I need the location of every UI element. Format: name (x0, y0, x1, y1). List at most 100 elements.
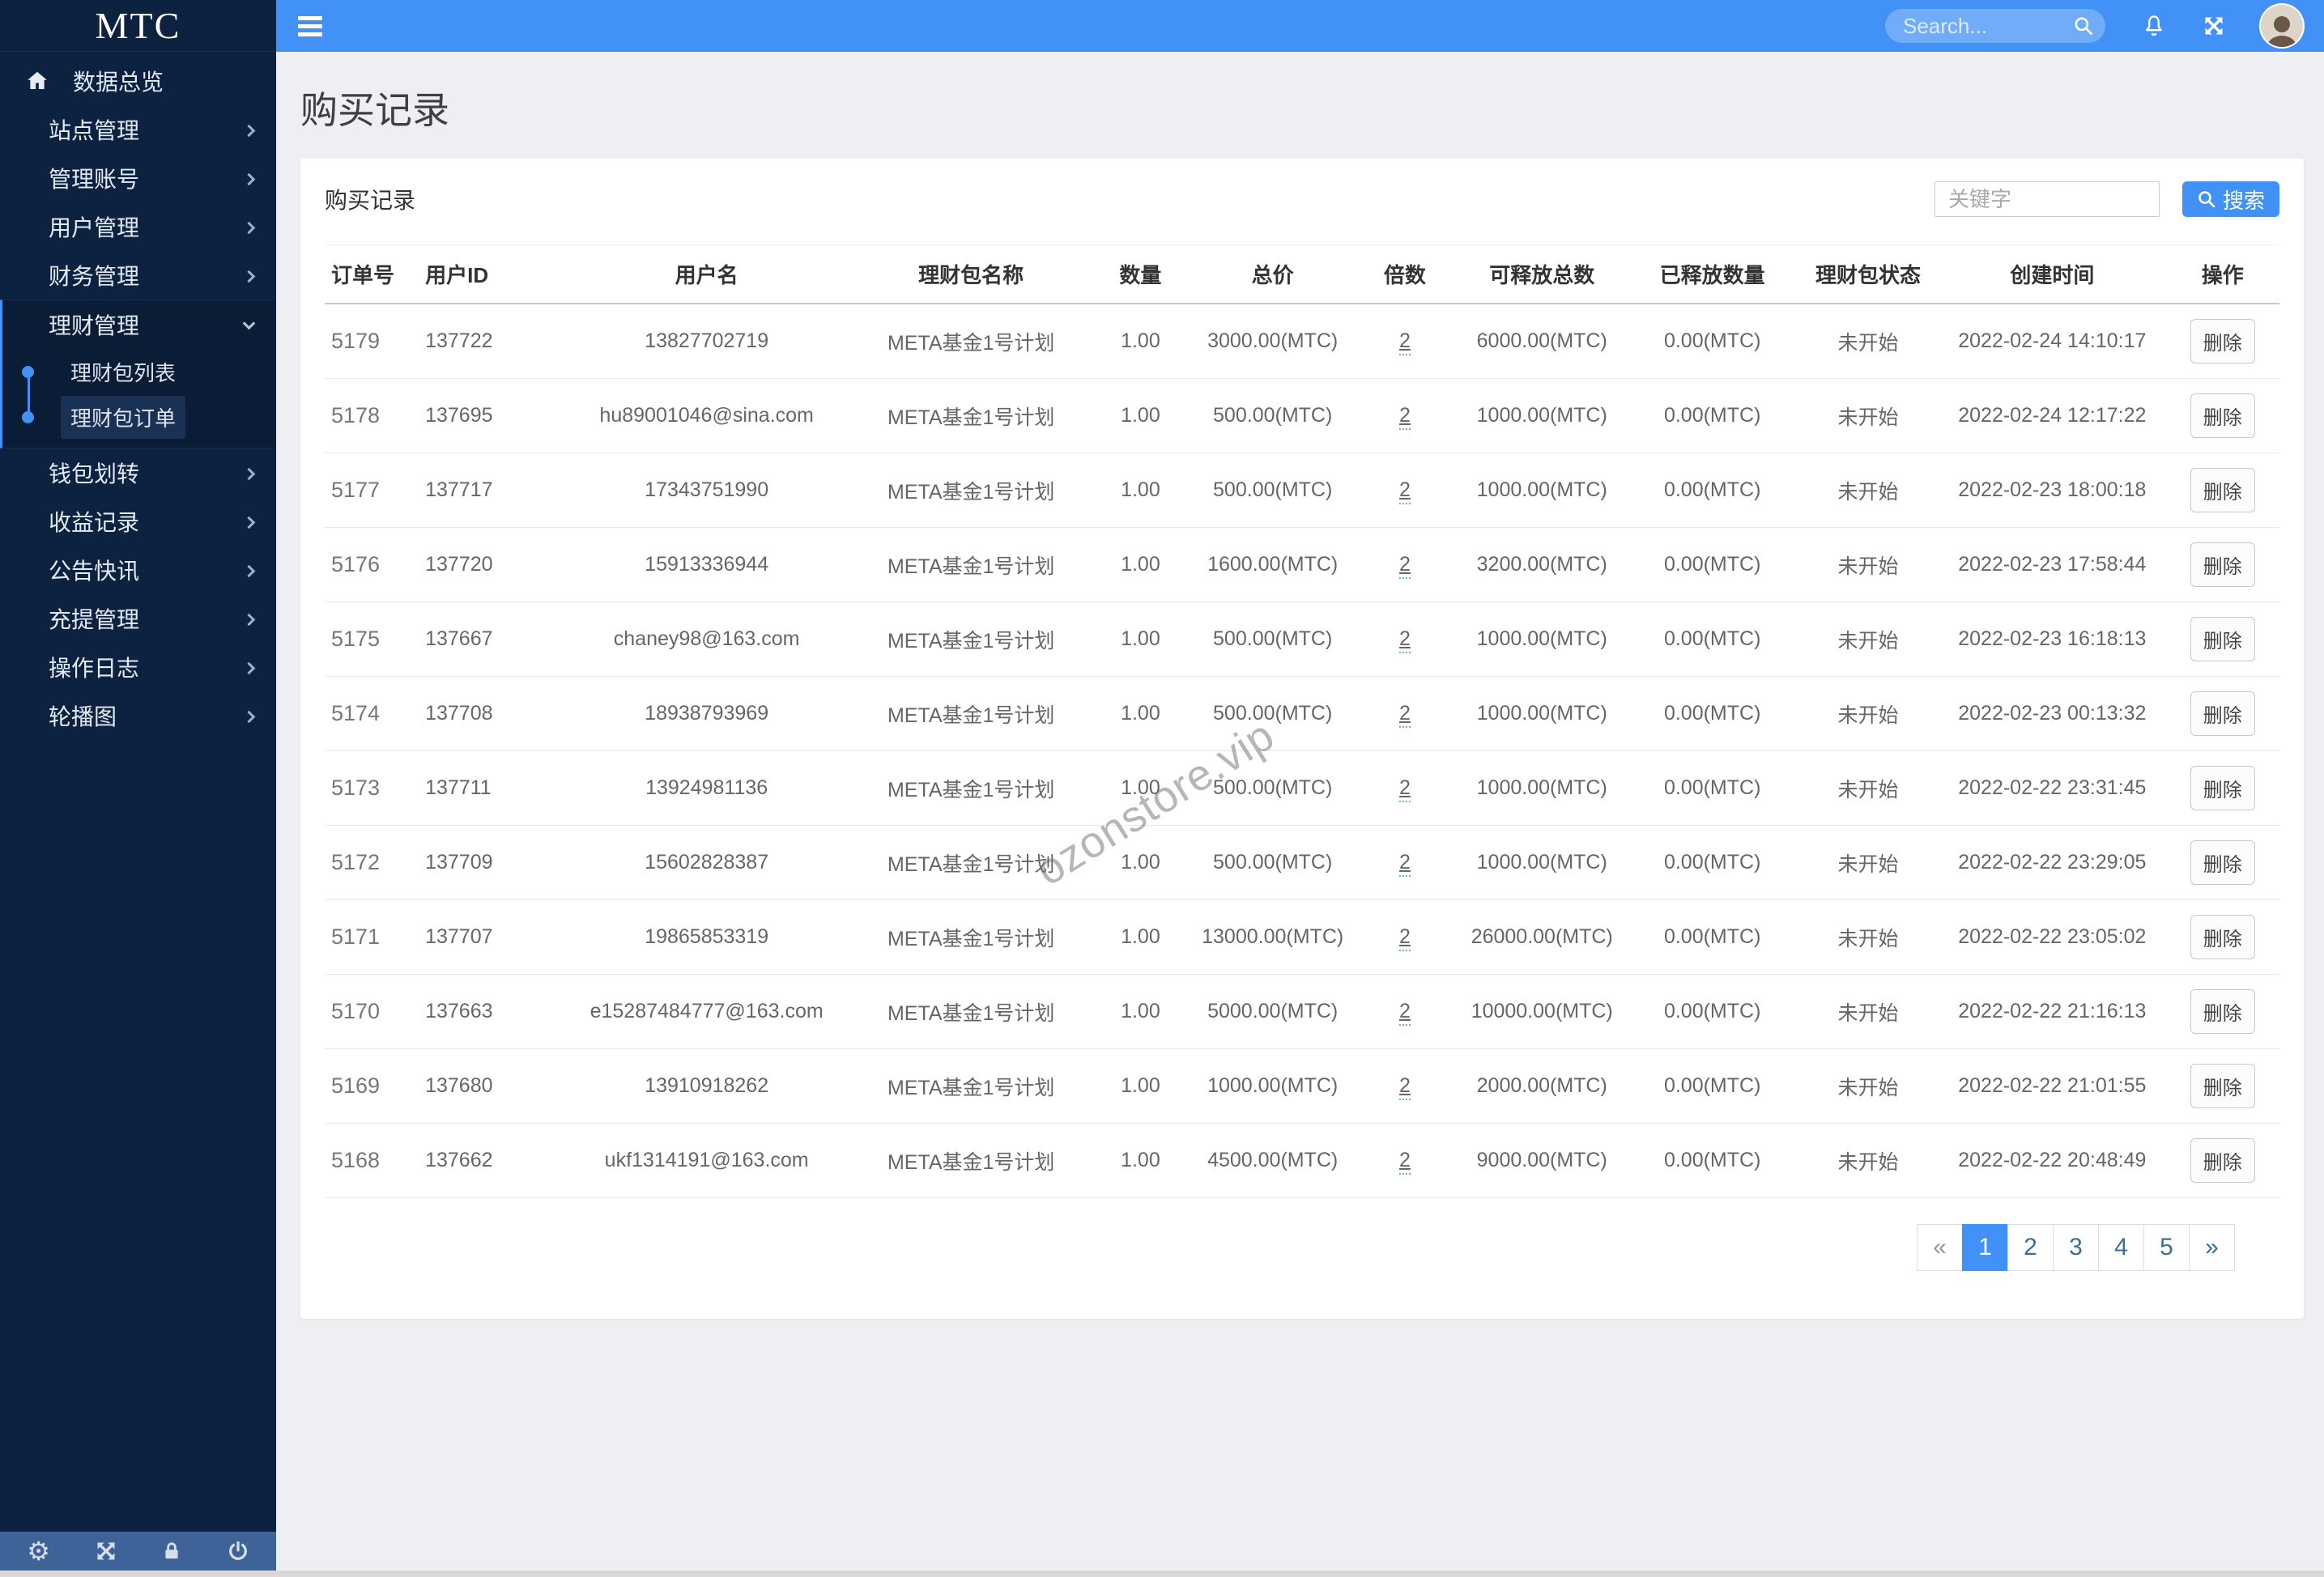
power-icon[interactable] (227, 1540, 249, 1562)
topbar (276, 0, 2324, 52)
multiple-value[interactable]: 2 (1398, 851, 1411, 877)
avatar[interactable] (2259, 3, 2305, 49)
table-row: 5173 137711 13924981136 META基金1号计划 1.00 500.0… (325, 750, 2279, 826)
table-row: 5177 137717 17343751990 META基金1号计划 1.00 500.0… (325, 453, 2279, 528)
pagination-page-3[interactable]: 3 (2053, 1224, 2099, 1271)
sidebar-item-收益记录[interactable]: 收益记录 (0, 497, 276, 546)
cell-multiple: 2 (1352, 453, 1458, 528)
cell-user_id: 137680 (419, 1048, 560, 1124)
delete-button[interactable]: 删除 (2190, 468, 2255, 512)
cell-user_id: 137720 (419, 527, 560, 602)
delete-button[interactable]: 删除 (2190, 840, 2255, 885)
column-header-created_at: 创建时间 (1939, 244, 2166, 304)
cell-user_id: 137667 (419, 601, 560, 677)
cell-package_name: META基金1号计划 (853, 527, 1089, 602)
cell-multiple: 2 (1352, 750, 1458, 826)
delete-button[interactable]: 删除 (2190, 319, 2255, 363)
pagination-page-4[interactable]: 4 (2098, 1224, 2144, 1271)
bell-icon[interactable] (2143, 14, 2165, 38)
pagination-page-1[interactable]: 1 (1962, 1224, 2008, 1271)
cell-username: e15287484777@163.com (560, 974, 854, 1049)
delete-button[interactable]: 删除 (2190, 617, 2255, 661)
home-icon (24, 69, 62, 93)
multiple-value[interactable]: 2 (1398, 702, 1411, 728)
delete-button[interactable]: 删除 (2190, 1138, 2255, 1183)
multiple-value[interactable]: 2 (1398, 1149, 1411, 1175)
fullscreen-icon[interactable] (2203, 15, 2225, 37)
submenu-dot-icon (22, 365, 34, 378)
cell-total_price: 500.00(MTC) (1192, 453, 1353, 528)
search-icon[interactable] (2073, 15, 2094, 40)
delete-button[interactable]: 删除 (2190, 542, 2255, 587)
search-button[interactable]: 搜索 (2181, 181, 2279, 217)
cell-total_price: 5000.00(MTC) (1192, 974, 1353, 1049)
cell-created_at: 2022-02-22 23:29:05 (1939, 825, 2166, 900)
table-row: 5168 137662 ukf1314191@163.com META基金1号计划 1.… (325, 1123, 2279, 1198)
cell-username: 13924981136 (560, 750, 854, 826)
chevron-right-icon (242, 613, 256, 626)
delete-button[interactable]: 删除 (2190, 1064, 2255, 1108)
cell-action: 删除 (2165, 1123, 2279, 1198)
lock-icon[interactable] (161, 1540, 182, 1562)
sidebar-subitem-理财包列表[interactable]: 理财包列表 (2, 349, 276, 394)
keyword-input[interactable] (1934, 181, 2160, 217)
sidebar-item-轮播图[interactable]: 轮播图 (0, 691, 276, 740)
pagination-page-2[interactable]: 2 (2007, 1224, 2054, 1271)
sidebar-item-label: 理财管理 (49, 313, 140, 338)
cell-action: 删除 (2165, 750, 2279, 826)
cell-package_status: 未开始 (1797, 453, 1939, 528)
multiple-value[interactable]: 2 (1398, 478, 1411, 504)
column-header-quantity: 数量 (1088, 244, 1193, 304)
gear-icon[interactable]: ⚙ (27, 1538, 50, 1564)
sidebar-subitem-理财包订单[interactable]: 理财包订单 (2, 394, 276, 440)
multiple-value[interactable]: 2 (1398, 1074, 1411, 1100)
multiple-value[interactable]: 2 (1398, 553, 1411, 579)
multiple-value[interactable]: 2 (1398, 925, 1411, 951)
sidebar-item-财务管理[interactable]: 财务管理 (0, 251, 276, 300)
cell-package_status: 未开始 (1797, 378, 1939, 453)
cell-created_at: 2022-02-22 21:16:13 (1939, 974, 2166, 1049)
cell-released_amount: 0.00(MTC) (1627, 676, 1798, 751)
sidebar-item-理财管理[interactable]: 理财管理 (2, 300, 276, 349)
cell-quantity: 1.00 (1088, 304, 1193, 379)
sidebar-item-label: 操作日志 (49, 656, 140, 681)
cell-quantity: 1.00 (1088, 974, 1193, 1049)
delete-button[interactable]: 删除 (2190, 915, 2255, 959)
sidebar-item-钱包划转[interactable]: 钱包划转 (0, 448, 276, 497)
pagination-page-5[interactable]: 5 (2143, 1224, 2190, 1271)
delete-button[interactable]: 删除 (2190, 766, 2255, 810)
multiple-value[interactable]: 2 (1398, 627, 1411, 653)
multiple-value[interactable]: 2 (1398, 329, 1411, 355)
sidebar-item-管理账号[interactable]: 管理账号 (0, 154, 276, 202)
sidebar-item-用户管理[interactable]: 用户管理 (0, 202, 276, 251)
cell-releasable_total: 9000.00(MTC) (1457, 1123, 1628, 1198)
multiple-value[interactable]: 2 (1398, 404, 1411, 430)
cell-total_price: 500.00(MTC) (1192, 676, 1353, 751)
delete-button[interactable]: 删除 (2190, 393, 2255, 438)
sidebar-item-数据总览[interactable]: 数据总览 (0, 57, 276, 105)
search-icon (2198, 191, 2215, 208)
cell-multiple: 2 (1352, 974, 1458, 1049)
multiple-value[interactable]: 2 (1398, 1000, 1411, 1026)
delete-button[interactable]: 删除 (2190, 989, 2255, 1034)
column-header-username: 用户名 (560, 244, 854, 304)
pagination-prev[interactable]: « (1917, 1224, 1963, 1271)
cell-username: 19865853319 (560, 899, 854, 975)
sidebar-item-站点管理[interactable]: 站点管理 (0, 105, 276, 154)
pagination-next[interactable]: » (2189, 1224, 2235, 1271)
sidebar-item-公告快讯[interactable]: 公告快讯 (0, 546, 276, 594)
delete-button[interactable]: 删除 (2190, 691, 2255, 736)
sidebar-item-操作日志[interactable]: 操作日志 (0, 643, 276, 691)
sidebar-item-label: 站点管理 (49, 118, 140, 143)
hamburger-menu-icon[interactable] (298, 12, 322, 40)
column-header-releasable_total: 可释放总数 (1457, 244, 1628, 304)
cell-total_price: 4500.00(MTC) (1192, 1123, 1353, 1198)
cell-multiple: 2 (1352, 378, 1458, 453)
fullscreen-icon[interactable] (95, 1540, 117, 1562)
cell-quantity: 1.00 (1088, 825, 1193, 900)
sidebar-item-充提管理[interactable]: 充提管理 (0, 594, 276, 643)
cell-user_id: 137707 (419, 899, 560, 975)
cell-order_no: 5176 (325, 527, 419, 602)
multiple-value[interactable]: 2 (1398, 776, 1411, 802)
horizontal-scrollbar[interactable] (0, 1571, 2324, 1577)
